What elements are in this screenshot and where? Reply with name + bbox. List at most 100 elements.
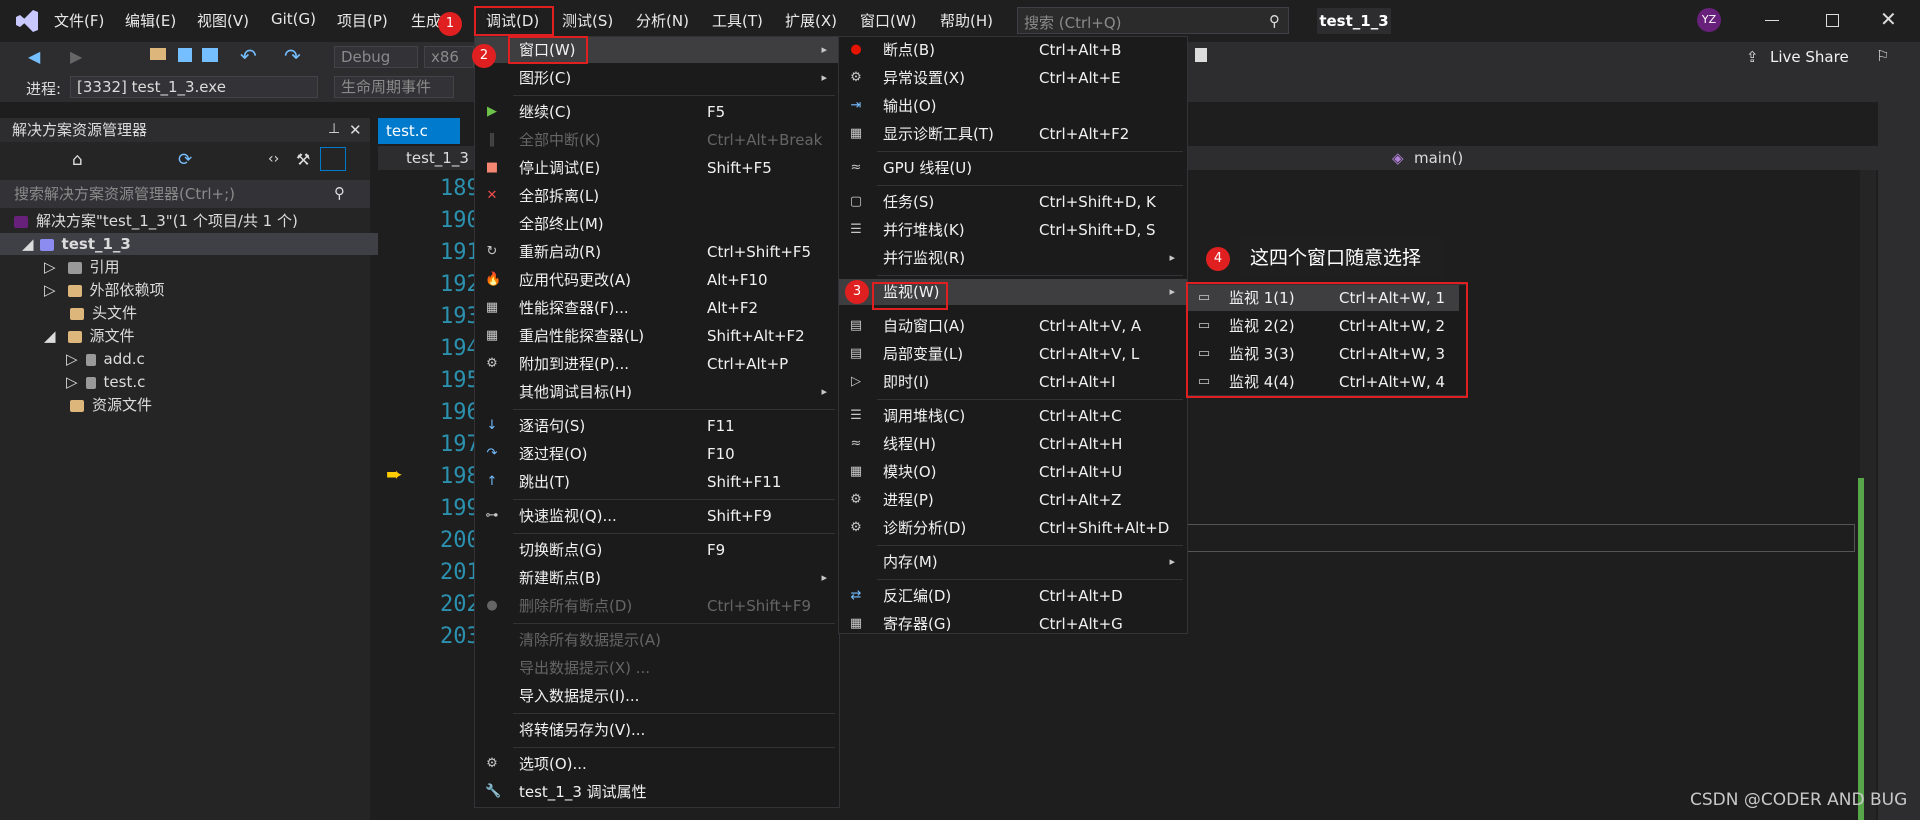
redo-icon[interactable]: ↷ [284,44,301,68]
tab-test-c[interactable]: test.c [378,118,460,144]
window-menu-item[interactable]: ⚙ 进程(P) Ctrl+Alt+Z [839,487,1187,513]
window-menu-item[interactable]: ▢ 任务(S) Ctrl+Shift+D, K [839,189,1187,215]
refresh-icon[interactable]: ⟳ [178,150,192,170]
debug-menu-item[interactable]: ↻ 重新启动(R) Ctrl+Shift+F5 [475,239,839,265]
platform-combo[interactable]: x86 [424,46,474,68]
tree-header-files[interactable]: 头文件 [0,302,440,324]
debug-menu-item[interactable]: ⚙ 选项(O)... [475,751,839,777]
menu-edit[interactable]: 编辑(E) [125,10,176,31]
tree-external-deps[interactable]: ▷ 外部依赖项 [0,279,414,301]
debug-menu-item[interactable]: 全部终止(M) [475,211,839,237]
menu-item-shortcut: Ctrl+Alt+I [1039,373,1116,391]
home-icon[interactable]: ⌂ [72,150,83,170]
debug-menu-item[interactable]: ■ 停止调试(E) Shift+F5 [475,155,839,181]
menu-git[interactable]: Git(G) [271,10,316,28]
bookmark-icon[interactable] [1195,48,1207,62]
window-menu-item[interactable]: ⚙ 诊断分析(D) Ctrl+Shift+Alt+D [839,515,1187,541]
undo-icon[interactable]: ↶ [240,44,257,68]
debug-menu-item[interactable]: 其他调试目标(H) ▸ [475,379,839,405]
export-datatips-icon [485,661,499,675]
window-menu-item[interactable]: ≈ 线程(H) Ctrl+Alt+H [839,431,1187,457]
menu-extensions[interactable]: 扩展(X) [785,10,837,31]
debug-menu-item[interactable]: ⊶ 快速监视(Q)... Shift+F9 [475,503,839,529]
window-menu-item[interactable]: ≈ GPU 线程(U) [839,155,1187,181]
solution-explorer-search[interactable]: 搜索解决方案资源管理器(Ctrl+;) [0,180,370,208]
debug-menu-item[interactable]: 切换断点(G) F9 [475,537,839,563]
preview-icon[interactable] [320,147,346,171]
tree-project[interactable]: ◢ test_1_3 [0,233,392,255]
window-menu-item[interactable]: ● 断点(B) Ctrl+Alt+B [839,37,1187,63]
window-menu-item[interactable]: ▤ 局部变量(L) Ctrl+Alt+V, L [839,341,1187,367]
submenu-arrow-icon: ▸ [1169,555,1175,568]
menu-build[interactable]: 生成 [411,10,441,31]
menu-separator [513,409,835,410]
exception-icon: ⚙ [850,70,862,85]
menu-window[interactable]: 窗口(W) [860,10,917,31]
window-menu-item[interactable]: ▦ 模块(O) Ctrl+Alt+U [839,459,1187,485]
forward-icon[interactable]: ▶ [70,47,82,66]
window-menu-item[interactable]: ⇥ 输出(O) [839,93,1187,119]
debug-menu-item[interactable]: ↑ 跳出(T) Shift+F11 [475,469,839,495]
tree-solution[interactable]: 解决方案"test_1_3"(1 个项目/共 1 个) [0,210,384,232]
debug-menu-item[interactable]: 将转储另存为(V)... [475,717,839,743]
window-menu-item[interactable]: 并行监视(R) ▸ [839,245,1187,271]
debug-menu-item[interactable]: 新建断点(B) ▸ [475,565,839,591]
menu-analyze[interactable]: 分析(N) [636,10,689,31]
tree-file-test[interactable]: ▷ test.c [0,371,436,393]
debug-menu-item[interactable]: ✕ 全部拆离(L) [475,183,839,209]
config-combo[interactable]: Debug [334,46,418,68]
back-icon[interactable]: ◀ [28,47,40,66]
feedback-icon[interactable]: ⚐ [1876,47,1889,65]
autos-icon: ▤ [849,318,863,333]
debug-menu-item[interactable]: ⚙ 附加到进程(P)... Ctrl+Alt+P [475,351,839,377]
tree-file-add[interactable]: ▷ add.c [0,348,436,370]
restore-icon[interactable] [1826,14,1839,27]
debug-menu-item[interactable]: ▦ 性能探查器(F)... Alt+F2 [475,295,839,321]
tree-source-files[interactable]: ◢ 源文件 [0,325,414,347]
lifecycle-combo[interactable]: 生命周期事件 [334,76,454,98]
window-menu-item[interactable]: ▷ 即时(I) Ctrl+Alt+I [839,369,1187,395]
window-menu-item[interactable]: ☰ 并行堆栈(K) Ctrl+Shift+D, S [839,217,1187,243]
debug-menu-item[interactable]: 🔧 test_1_3 调试属性 [475,779,839,805]
menu-file[interactable]: 文件(F) [54,10,104,31]
menu-project[interactable]: 项目(P) [337,10,388,31]
menu-tools[interactable]: 工具(T) [712,10,763,31]
window-menu-item[interactable]: ▦ 显示诊断工具(T) Ctrl+Alt+F2 [839,121,1187,147]
live-share-button[interactable]: Live Share [1770,48,1849,66]
debug-menu-item[interactable]: 导入数据提示(I)... [475,683,839,709]
close-icon[interactable]: ✕ [1880,7,1897,31]
menu-view[interactable]: 视图(V) [197,10,249,31]
window-menu-item[interactable]: ⚙ 异常设置(X) Ctrl+Alt+E [839,65,1187,91]
tree-resource-files[interactable]: 资源文件 [0,394,440,416]
properties-icon[interactable]: ⚒ [296,150,310,169]
debug-menu-item[interactable]: ↓ 逐语句(S) F11 [475,413,839,439]
menu-item-label: 并行监视(R) [883,249,966,267]
close-panel-icon[interactable]: ✕ [349,121,362,139]
function-nav[interactable]: main() [1414,149,1463,167]
debug-menu-item[interactable]: 🔥 应用代码更改(A) Alt+F10 [475,267,839,293]
pin-icon[interactable]: ⊥ [328,121,340,137]
live-share-icon[interactable]: ⇪ [1746,48,1759,66]
window-menu-item[interactable]: ▦ 寄存器(G) Ctrl+Alt+G [839,611,1187,637]
tree-references[interactable]: ▷ 引用 [0,256,414,278]
debug-menu-item[interactable]: ↷ 逐过程(O) F10 [475,441,839,467]
save-all-icon[interactable] [202,48,218,62]
menu-item-shortcut: Ctrl+Alt+Z [1039,491,1122,509]
search-input[interactable]: 搜索 (Ctrl+Q) ⚲ [1017,7,1289,34]
menu-help[interactable]: 帮助(H) [940,10,993,31]
window-menu-item[interactable]: ▤ 自动窗口(A) Ctrl+Alt+V, A [839,313,1187,339]
process-combo[interactable]: [3332] test_1_3.exe [70,76,318,98]
avatar[interactable]: YZ [1697,8,1721,32]
window-menu-item[interactable]: 内存(M) ▸ [839,549,1187,575]
debug-menu-item[interactable]: ▶ 继续(C) F5 [475,99,839,125]
save-icon[interactable] [178,48,192,62]
menu-test[interactable]: 测试(S) [562,10,613,31]
debug-menu-item[interactable]: ▦ 重启性能探查器(L) Shift+Alt+F2 [475,323,839,349]
code-view-icon[interactable]: ‹› [268,151,279,167]
minimize-icon[interactable] [1765,20,1779,21]
window-menu-item[interactable]: ☰ 调用堆栈(C) Ctrl+Alt+C [839,403,1187,429]
open-folder-icon[interactable] [150,48,166,60]
window-menu-item[interactable]: ⇄ 反汇编(D) Ctrl+Alt+D [839,583,1187,609]
project-nav[interactable]: test_1_3 [406,149,469,167]
debug-menu-item[interactable]: 图形(C) ▸ [475,65,839,91]
